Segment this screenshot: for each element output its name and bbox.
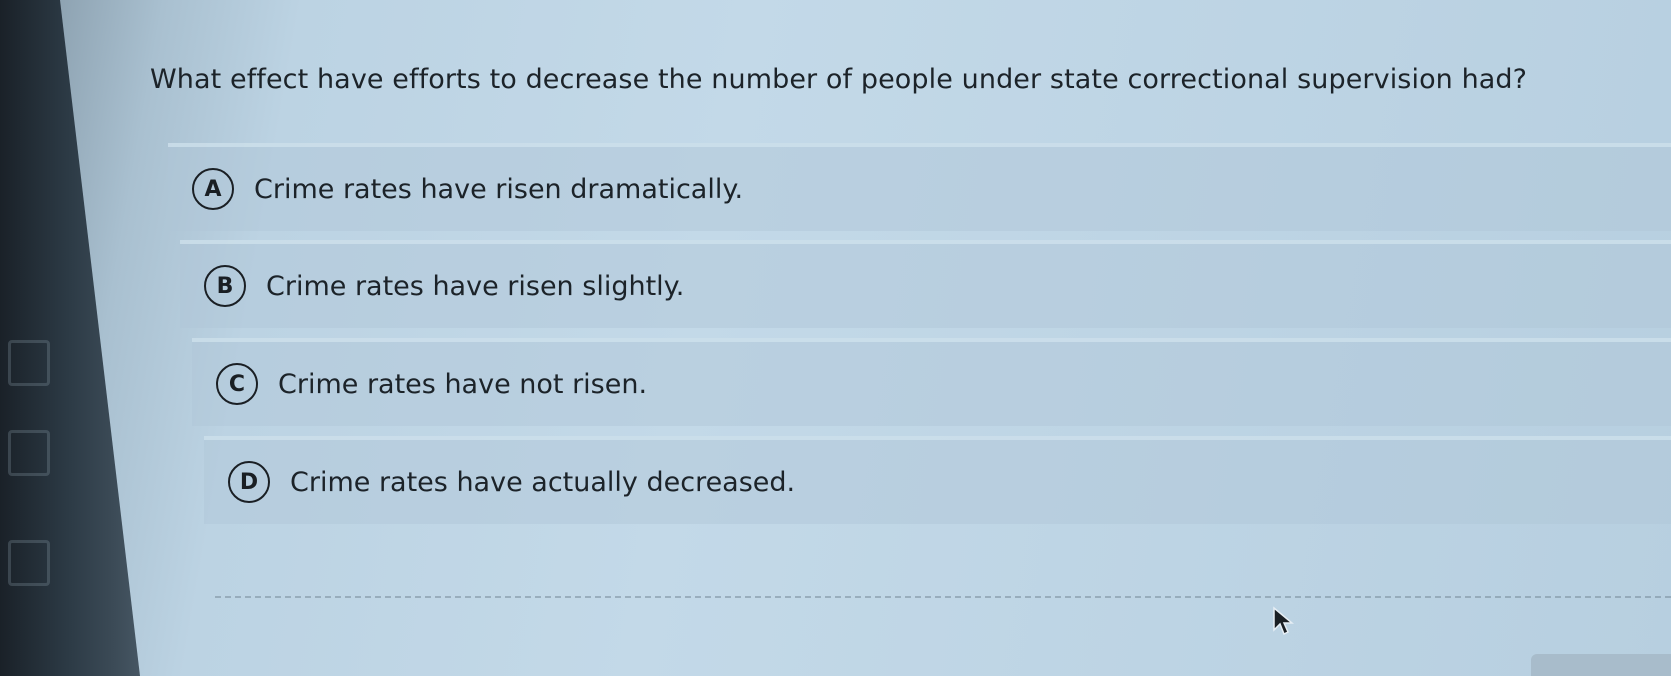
choice-letter-circle: B bbox=[204, 265, 246, 307]
bezel-reflection bbox=[8, 540, 50, 586]
answer-choice-c[interactable]: C Crime rates have not risen. bbox=[192, 338, 1671, 426]
choice-letter-circle: A bbox=[192, 168, 234, 210]
choice-label: Crime rates have actually decreased. bbox=[290, 466, 796, 498]
bezel-reflection bbox=[8, 430, 50, 476]
bezel-reflection bbox=[8, 340, 50, 386]
choice-label: Crime rates have risen dramatically. bbox=[254, 173, 744, 205]
choice-label: Crime rates have not risen. bbox=[278, 368, 648, 400]
answer-choice-b[interactable]: B Crime rates have risen slightly. bbox=[180, 240, 1671, 328]
choice-label: Crime rates have risen slightly. bbox=[266, 270, 685, 302]
choice-letter-circle: C bbox=[216, 363, 258, 405]
answer-choice-d[interactable]: D Crime rates have actually decreased. bbox=[204, 436, 1671, 524]
choice-letter-circle: D bbox=[228, 461, 270, 503]
answer-choice-a[interactable]: A Crime rates have risen dramatically. bbox=[168, 143, 1671, 231]
section-divider bbox=[215, 596, 1671, 598]
mouse-pointer-icon bbox=[1273, 606, 1294, 636]
question-text: What effect have efforts to decrease the… bbox=[150, 64, 1528, 95]
action-button-partial[interactable] bbox=[1531, 654, 1671, 676]
